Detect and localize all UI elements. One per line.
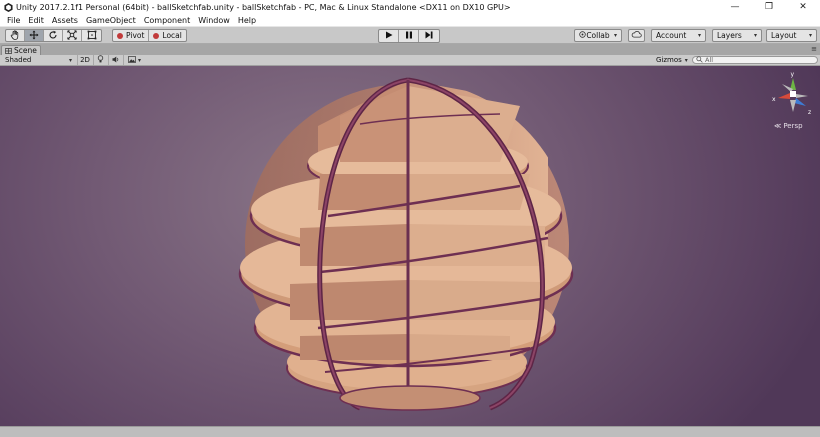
account-dropdown[interactable]: Account ▾: [651, 29, 706, 42]
pause-button[interactable]: [399, 30, 419, 42]
rect-icon: [87, 30, 97, 41]
audio-toggle[interactable]: [108, 55, 122, 65]
collab-caret-icon: ▾: [613, 32, 617, 39]
main-toolbar: Pivot Local Collab ▾ Account ▾ Layers ▾ …: [0, 26, 820, 44]
effects-caret-icon: ▾: [137, 56, 141, 64]
gizmos-caret-icon: ▾: [684, 56, 688, 64]
scene-grid-icon: [5, 47, 12, 54]
transform-tools: [5, 29, 102, 42]
account-caret-icon: ▾: [697, 32, 701, 39]
cloud-button[interactable]: [628, 29, 645, 42]
play-controls: [378, 29, 440, 43]
window-controls: — ❐ ✕: [718, 0, 820, 14]
image-icon: [128, 55, 136, 65]
pivot-label: Pivot: [126, 31, 145, 40]
minimize-button[interactable]: —: [718, 0, 752, 14]
search-placeholder: All: [705, 56, 714, 64]
persp-icon: ≪: [774, 122, 782, 130]
menu-help[interactable]: Help: [234, 16, 260, 25]
collab-dropdown[interactable]: Collab ▾: [574, 29, 622, 42]
pause-icon: [405, 31, 413, 41]
maximize-button[interactable]: ❐: [752, 0, 786, 14]
sphere-shelf-model[interactable]: [0, 66, 820, 426]
scale-tool-button[interactable]: [63, 30, 82, 41]
light-icon: [97, 55, 104, 65]
move-icon: [29, 30, 39, 41]
step-icon: [425, 31, 433, 41]
collab-label: Collab: [586, 31, 610, 40]
menu-gameobject[interactable]: GameObject: [82, 16, 140, 25]
lighting-toggle[interactable]: [93, 55, 107, 65]
persp-label: Persp: [783, 122, 803, 130]
scale-icon: [67, 30, 77, 41]
2d-toggle[interactable]: 2D: [77, 55, 92, 65]
shading-mode-dropdown[interactable]: Shaded ▾: [2, 55, 75, 65]
pivot-icon: [117, 32, 123, 39]
layout-label: Layout: [771, 31, 797, 40]
layout-dropdown[interactable]: Layout ▾: [766, 29, 817, 42]
menu-assets[interactable]: Assets: [48, 16, 82, 25]
2d-label: 2D: [80, 56, 90, 64]
rect-tool-button[interactable]: [82, 30, 101, 41]
rotate-icon: [48, 30, 58, 41]
play-button[interactable]: [379, 30, 399, 42]
layout-caret-icon: ▾: [808, 32, 812, 39]
scene-options-bar: Shaded ▾ 2D ▾ Gizmos ▾ All: [0, 55, 820, 66]
local-icon: [153, 32, 160, 39]
shading-mode-label: Shaded: [5, 56, 32, 64]
search-icon: [696, 55, 703, 65]
rotate-tool-button[interactable]: [44, 30, 63, 41]
close-button[interactable]: ✕: [786, 0, 820, 14]
speaker-icon: [112, 56, 120, 65]
account-label: Account: [656, 31, 687, 40]
move-tool-button[interactable]: [25, 30, 44, 41]
scene-search-input[interactable]: All: [692, 55, 818, 65]
title-bar: Unity 2017.2.1f1 Personal (64bit) - ball…: [0, 0, 820, 14]
tab-menu-icon[interactable]: ≡: [811, 45, 817, 53]
gizmo-x-label: x: [772, 96, 776, 103]
scene-viewport[interactable]: y x z ≪ Persp: [0, 66, 820, 426]
gizmos-dropdown[interactable]: Gizmos ▾: [656, 55, 688, 65]
local-button[interactable]: Local: [149, 30, 185, 41]
gizmos-label: Gizmos: [656, 56, 682, 64]
projection-toggle[interactable]: ≪ Persp: [774, 122, 803, 130]
window-title: Unity 2017.2.1f1 Personal (64bit) - ball…: [16, 2, 511, 12]
scene-tab-bar: Scene ≡: [0, 44, 820, 55]
tab-scene[interactable]: Scene: [1, 45, 41, 55]
collab-icon: [579, 31, 586, 40]
unity-logo-icon: [3, 2, 13, 12]
menu-edit[interactable]: Edit: [24, 16, 48, 25]
menu-bar: File Edit Assets GameObject Component Wi…: [0, 14, 820, 26]
scene-tab-label: Scene: [14, 46, 37, 55]
axis-gizmo[interactable]: y x z: [768, 68, 818, 118]
pivot-button[interactable]: Pivot: [113, 30, 150, 41]
hand-tool-button[interactable]: [6, 30, 25, 41]
local-label: Local: [162, 31, 182, 40]
menu-file[interactable]: File: [3, 16, 24, 25]
status-bar: [0, 426, 820, 437]
layers-caret-icon: ▾: [753, 32, 757, 39]
layers-dropdown[interactable]: Layers ▾: [712, 29, 762, 42]
step-button[interactable]: [419, 30, 439, 42]
gizmo-z-label: z: [808, 109, 811, 116]
hand-icon: [10, 30, 20, 41]
menu-component[interactable]: Component: [140, 16, 194, 25]
pivot-local-toggle: Pivot Local: [112, 29, 187, 42]
layers-label: Layers: [717, 31, 742, 40]
shading-caret-icon: ▾: [68, 56, 72, 64]
gizmo-y-label: y: [791, 71, 795, 78]
play-icon: [385, 31, 393, 41]
menu-window[interactable]: Window: [194, 16, 234, 25]
cloud-icon: [631, 31, 642, 40]
effects-dropdown[interactable]: ▾: [123, 55, 145, 65]
